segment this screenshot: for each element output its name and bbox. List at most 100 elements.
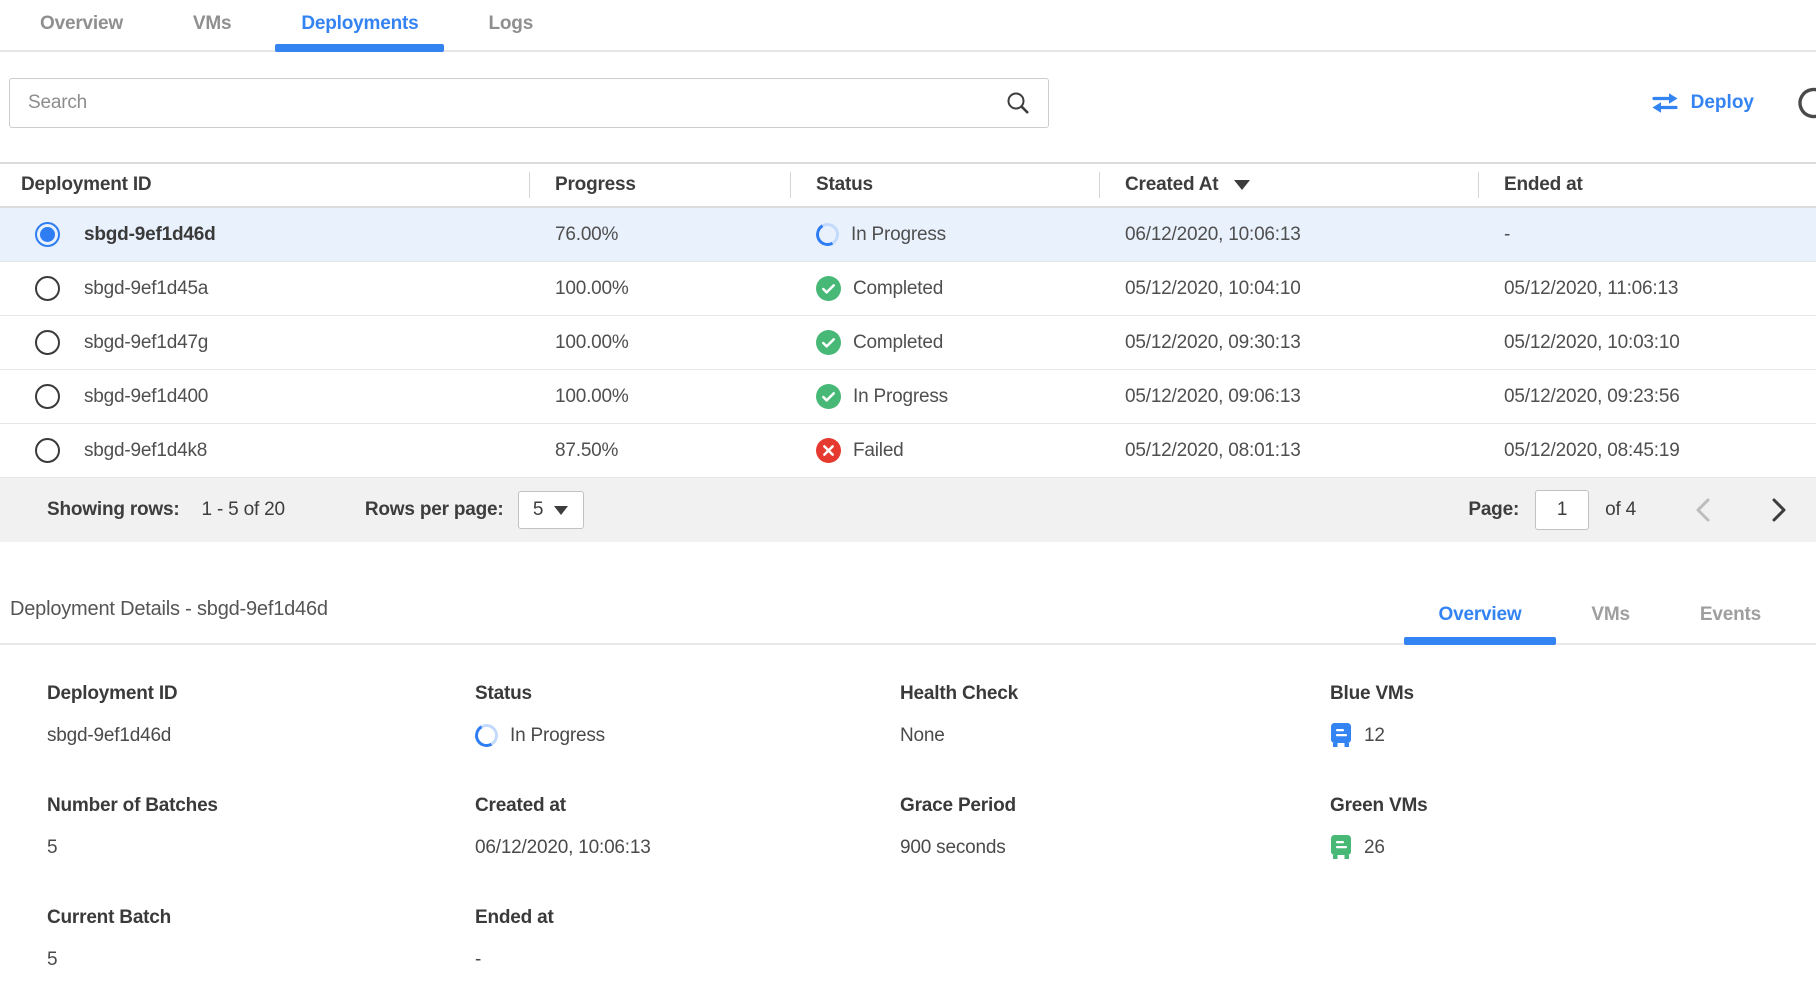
created-at-value: 05/12/2020, 08:01:13 [1099,440,1478,462]
field-current-batch: Current Batch 5 [47,907,475,973]
row-radio[interactable] [35,276,60,301]
details-tab-overview[interactable]: Overview [1404,604,1557,643]
rows-per-page-select[interactable]: 5 [518,491,584,529]
progress-value: 100.00% [529,386,790,408]
field-value: 12 [1364,725,1385,747]
field-status: Status In Progress [475,683,900,749]
details-tab-bar: Overview VMs Events [1404,604,1816,643]
sort-descending-icon [1234,180,1250,190]
next-page-button[interactable] [1770,497,1788,523]
page-number-input[interactable]: 1 [1535,490,1589,530]
table-row[interactable]: sbgd-9ef1d400 100.00% In Progress 05/12/… [0,370,1816,424]
created-at-value: 05/12/2020, 09:06:13 [1099,386,1478,408]
deployment-id-value: sbgd-9ef1d400 [84,386,208,408]
top-tab-bar: Overview VMs Deployments Logs [0,0,1816,52]
field-label: Status [475,683,900,705]
vm-icon-green [1330,835,1352,860]
status-value: Completed [853,278,943,300]
status-value: Completed [853,332,943,354]
field-number-of-batches: Number of Batches 5 [47,795,475,861]
field-value: sbgd-9ef1d46d [47,725,171,747]
toolbar: Deploy [0,78,1816,128]
field-value: 5 [47,837,57,859]
ended-at-value: 05/12/2020, 08:45:19 [1478,440,1816,462]
deploy-button-label: Deploy [1691,92,1754,114]
created-at-value: 05/12/2020, 10:04:10 [1099,278,1478,300]
progress-value: 76.00% [529,224,790,246]
field-label: Number of Batches [47,795,475,817]
row-radio[interactable] [35,384,60,409]
table-row[interactable]: sbgd-9ef1d47g 100.00% Completed 05/12/20… [0,316,1816,370]
deployment-id-value: sbgd-9ef1d47g [84,332,208,354]
field-created-at: Created at 06/12/2020, 10:06:13 [475,795,900,861]
progress-value: 100.00% [529,278,790,300]
completed-check-icon [816,276,841,301]
field-value: 26 [1364,837,1385,859]
table-header-row: Deployment ID Progress Status Created At… [0,162,1816,208]
details-tab-events[interactable]: Events [1665,604,1796,643]
ended-at-value: 05/12/2020, 10:03:10 [1478,332,1816,354]
failed-x-icon [816,438,841,463]
rows-per-page-label: Rows per page: [365,499,504,521]
field-blue-vms: Blue VMs 12 [1330,683,1816,749]
tab-vms[interactable]: VMs [167,13,257,50]
column-header-progress[interactable]: Progress [529,164,790,206]
completed-check-icon [816,330,841,355]
field-label: Created at [475,795,900,817]
column-header-status[interactable]: Status [790,164,1099,206]
row-radio[interactable] [35,438,60,463]
showing-rows-value: 1 - 5 of 20 [202,499,285,521]
deployment-id-value: sbgd-9ef1d46d [84,224,216,246]
details-tab-vms[interactable]: VMs [1556,604,1664,643]
deployment-details-title: Deployment Details - sbgd-9ef1d46d [10,598,328,643]
refresh-icon[interactable] [1795,84,1816,122]
field-value: 900 seconds [900,837,1006,859]
created-at-value: 06/12/2020, 10:06:13 [1099,224,1478,246]
deployment-id-value: sbgd-9ef1d4k8 [84,440,207,462]
vm-icon-blue [1330,723,1352,748]
field-label: Blue VMs [1330,683,1816,705]
table-row[interactable]: sbgd-9ef1d4k8 87.50% Failed 05/12/2020, … [0,424,1816,478]
deployment-id-value: sbgd-9ef1d45a [84,278,208,300]
chevron-left-icon [1694,497,1712,523]
field-label: Current Batch [47,907,475,929]
field-value: None [900,725,945,747]
in-progress-spinner-icon [813,220,841,248]
column-header-created-at[interactable]: Created At [1099,164,1478,206]
search-box [9,78,1049,128]
previous-page-button[interactable] [1694,497,1712,523]
rows-per-page-value: 5 [533,499,543,521]
row-radio-selected[interactable] [35,222,60,247]
swap-arrows-icon [1651,92,1679,114]
column-header-ended-at[interactable]: Ended at [1478,164,1816,206]
search-icon [1006,91,1030,115]
field-value: 06/12/2020, 10:06:13 [475,837,651,859]
created-at-value: 05/12/2020, 09:30:13 [1099,332,1478,354]
row-radio[interactable] [35,330,60,355]
column-header-deployment-id[interactable]: Deployment ID [0,164,529,206]
chevron-right-icon [1770,497,1788,523]
deployment-details-section: Deployment Details - sbgd-9ef1d46d Overv… [0,598,1816,973]
table-row[interactable]: sbgd-9ef1d45a 100.00% Completed 05/12/20… [0,262,1816,316]
progress-value: 87.50% [529,440,790,462]
table-pagination-bar: Showing rows: 1 - 5 of 20 Rows per page:… [0,478,1816,542]
search-input[interactable] [28,92,1006,114]
table-row[interactable]: sbgd-9ef1d46d 76.00% In Progress 06/12/2… [0,208,1816,262]
tab-overview[interactable]: Overview [14,13,149,50]
in-progress-spinner-icon [472,721,500,749]
deploy-button[interactable]: Deploy [1651,92,1754,114]
progress-value: 100.00% [529,332,790,354]
field-ended-at: Ended at - [475,907,900,973]
field-value: In Progress [510,725,605,747]
chevron-down-icon [554,506,568,515]
status-value: In Progress [853,386,948,408]
field-value: 5 [47,949,57,971]
tab-deployments[interactable]: Deployments [275,13,444,50]
page-total-label: of 4 [1605,499,1636,521]
tab-logs[interactable]: Logs [462,13,559,50]
status-value: In Progress [851,224,946,246]
status-value: Failed [853,440,904,462]
showing-rows-label: Showing rows: [47,499,180,521]
ended-at-value: - [1478,224,1816,246]
field-label: Green VMs [1330,795,1816,817]
